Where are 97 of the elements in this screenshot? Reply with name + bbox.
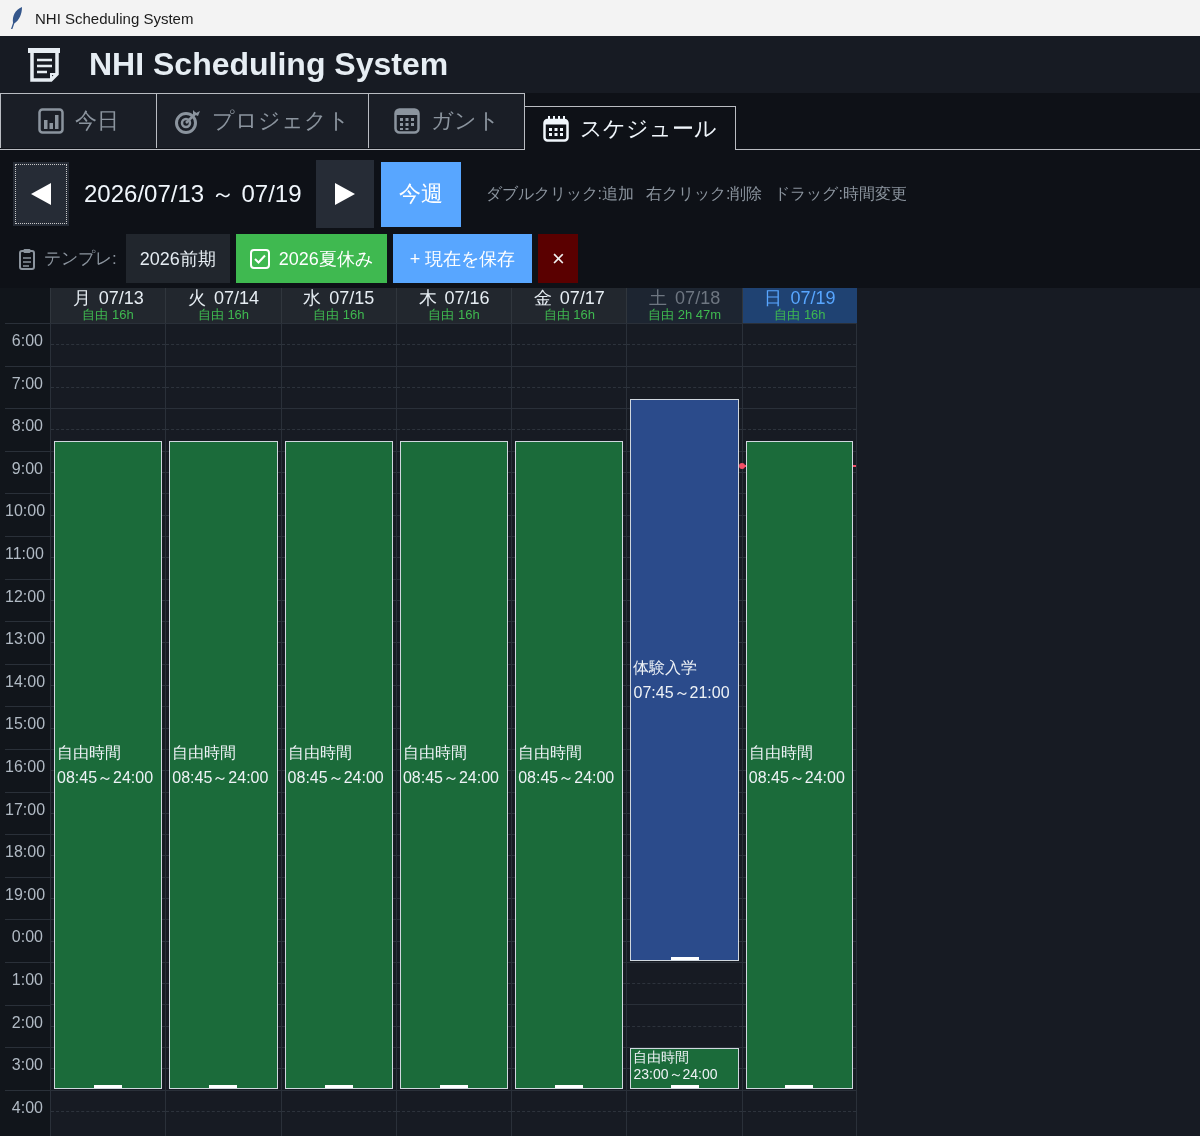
resize-handle[interactable] <box>670 957 699 960</box>
time-label: 2:00 <box>11 1012 43 1033</box>
free-time-block[interactable]: 自由時間 08:45～24:00 <box>515 441 624 1089</box>
time-label: 1:00 <box>11 969 43 990</box>
time-label: 19:00 <box>5 884 46 905</box>
time-label: 15:00 <box>5 714 46 735</box>
free-time-block[interactable]: 自由時間 08:45～24:00 <box>399 441 509 1089</box>
time-label: 10:00 <box>5 501 46 522</box>
day-label: 火 07/14 <box>187 289 259 308</box>
event-title: 自由時間 <box>402 742 468 763</box>
time-label: 4:00 <box>11 1097 43 1118</box>
event-time: 08:45～24:00 <box>57 767 155 788</box>
notebook-icon <box>27 47 61 82</box>
clipboard-icon <box>19 247 35 270</box>
time-label: 9:00 <box>11 458 43 479</box>
resize-handle[interactable] <box>324 1084 353 1088</box>
week-range-label: 2026/07/13 ～ 07/19 <box>84 179 302 209</box>
previous-week-button[interactable] <box>13 162 69 226</box>
time-label: 14:00 <box>5 671 46 692</box>
event-time: 08:45～24:00 <box>402 767 500 788</box>
free-time-block[interactable]: 自由時間 08:45～24:00 <box>745 441 854 1089</box>
day-label: 日 07/19 <box>764 289 836 308</box>
tab[interactable]: プロジェクト <box>156 93 369 148</box>
event-title: 自由時間 <box>172 742 238 763</box>
delete-template-button[interactable]: × <box>538 234 579 283</box>
event-time: 23:00～24:00 <box>633 1066 719 1084</box>
event-title: 自由時間 <box>287 742 353 763</box>
hint-text: 右クリック:削除 <box>645 183 763 204</box>
event-title: 自由時間 <box>748 742 814 763</box>
event-block[interactable]: 体験入学 07:45～21:00 <box>630 398 739 961</box>
free-time-summary: 自由 16h <box>313 308 365 322</box>
time-label: 13:00 <box>5 629 46 650</box>
calendar-icon <box>543 115 569 142</box>
time-label: 7:00 <box>11 373 43 394</box>
time-label: 17:00 <box>5 799 46 820</box>
event-time: 08:45～24:00 <box>518 767 616 788</box>
event-time: 07:45～21:00 <box>633 682 731 703</box>
day-column[interactable]: 体験入学 07:45～21:00 自由時間 23:00～24:00 <box>626 323 742 1136</box>
tab[interactable]: ガント <box>368 93 525 148</box>
free-time-summary: 自由 2h 47m <box>648 308 722 322</box>
day-column[interactable]: 自由時間 08:45～24:00 <box>511 323 627 1136</box>
time-label: 12:00 <box>5 586 46 607</box>
resize-handle[interactable] <box>670 1084 699 1088</box>
resize-handle[interactable] <box>785 1084 814 1088</box>
event-time: 08:45～24:00 <box>287 767 385 788</box>
time-label: 0:00 <box>11 927 43 948</box>
tab[interactable]: スケジュール <box>524 106 736 150</box>
event-title: 自由時間 <box>57 742 122 763</box>
free-time-block[interactable]: 自由時間 23:00～24:00 <box>630 1048 739 1089</box>
resize-handle[interactable] <box>209 1084 238 1088</box>
left-triangle-icon <box>31 183 51 205</box>
right-triangle-icon <box>334 183 355 205</box>
event-time: 08:45～24:00 <box>172 767 270 788</box>
bar-chart-icon <box>38 108 64 134</box>
checkbox-icon <box>249 248 270 269</box>
day-label: 金 07/17 <box>533 289 605 308</box>
time-label: 18:00 <box>5 842 46 863</box>
day-column[interactable]: 自由時間 08:45～24:00 <box>50 323 166 1136</box>
free-time-summary: 自由 16h <box>197 308 250 322</box>
day-column[interactable]: 自由時間 08:45～24:00 <box>165 323 281 1136</box>
time-label: 11:00 <box>5 543 44 564</box>
time-label: 6:00 <box>11 331 43 351</box>
time-label: 8:00 <box>11 416 43 437</box>
window-title: NHI Scheduling System <box>35 9 194 27</box>
feather-icon <box>10 7 22 29</box>
event-title: 体験入学 <box>633 657 699 678</box>
template-button[interactable]: 2026前期 <box>125 234 230 283</box>
calendar-icon <box>393 108 420 134</box>
free-time-summary: 自由 16h <box>774 308 826 322</box>
day-column[interactable]: 自由時間 08:45～24:00 <box>280 323 396 1136</box>
free-time-summary: 自由 16h <box>543 308 595 322</box>
time-label: 16:00 <box>5 756 46 777</box>
day-column[interactable]: 自由時間 08:45～24:00 <box>741 323 858 1136</box>
time-label: 3:00 <box>11 1055 43 1076</box>
tab[interactable]: 今日 <box>0 93 157 148</box>
day-label: 木 07/16 <box>418 289 490 308</box>
template-label: テンプレ: <box>44 248 117 270</box>
resize-handle[interactable] <box>555 1084 584 1088</box>
event-time: 08:45～24:00 <box>748 767 846 788</box>
day-label: 土 07/18 <box>649 289 721 308</box>
day-label: 水 07/15 <box>303 289 375 308</box>
free-time-summary: 自由 16h <box>82 308 134 322</box>
free-time-block[interactable]: 自由時間 08:45～24:00 <box>169 441 278 1089</box>
resize-handle[interactable] <box>440 1084 469 1088</box>
event-title: 自由時間 <box>633 1049 691 1067</box>
next-week-button[interactable] <box>315 160 374 228</box>
free-time-block[interactable]: 自由時間 08:45～24:00 <box>284 441 393 1089</box>
free-time-summary: 自由 16h <box>428 308 480 322</box>
target-icon <box>175 108 201 134</box>
event-title: 自由時間 <box>518 742 584 763</box>
hint-text: ドラッグ:時間変更 <box>774 183 907 204</box>
free-time-block[interactable]: 自由時間 08:45～24:00 <box>54 441 163 1089</box>
resize-handle[interactable] <box>94 1084 123 1088</box>
hint-text: ダブルクリック:追加 <box>485 183 634 204</box>
day-column[interactable]: 自由時間 08:45～24:00 <box>395 323 512 1136</box>
day-label: 月 07/13 <box>72 289 144 308</box>
app-title: NHI Scheduling System <box>89 46 449 83</box>
